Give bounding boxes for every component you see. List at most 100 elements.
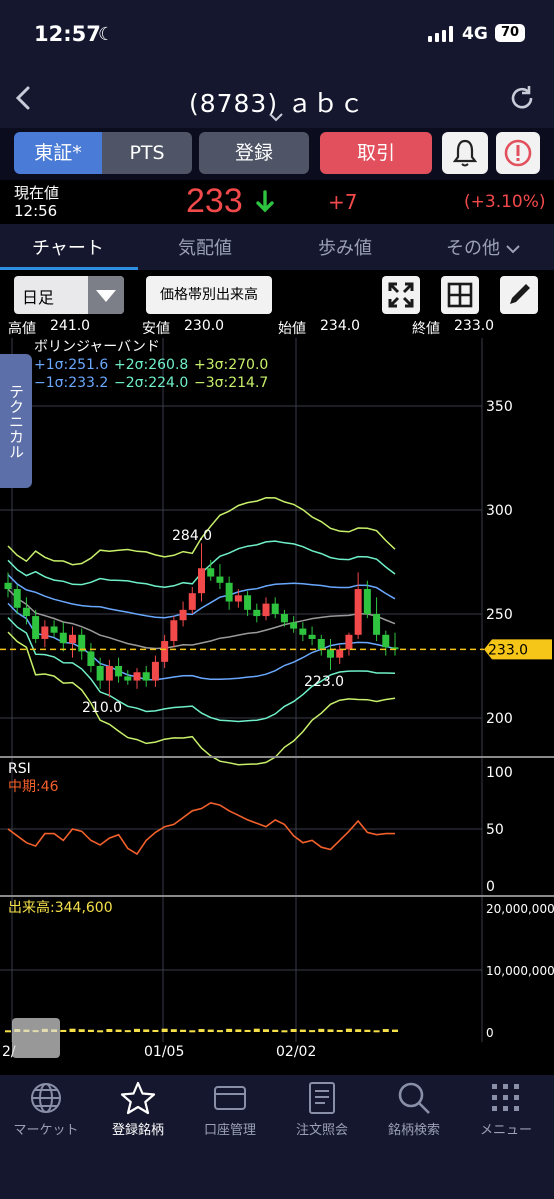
volume-bar [180,1029,187,1032]
nav-market-label: マーケット [13,1123,79,1138]
current-price: 233 [186,182,243,220]
nav-account[interactable]: 口座管理 [184,1081,276,1138]
chevron-down-icon[interactable] [269,112,283,122]
volume-bar [309,1030,316,1033]
nav-orders-label: 注文照会 [295,1123,348,1138]
price-change-percent: (+3.10%) [464,192,546,212]
star-icon [120,1081,156,1115]
grid-menu-icon [492,1084,519,1111]
draw-button[interactable] [500,276,538,314]
alert-bell-button[interactable] [442,132,488,174]
volume-bar [216,1030,223,1033]
candle-body [317,638,325,650]
layout-button[interactable] [441,276,479,314]
nav-watchlist[interactable]: 登録銘柄 [92,1081,184,1138]
volume-bar [170,1029,177,1032]
volume-bar [207,1029,214,1032]
tab-order-book[interactable]: 気配値 [178,234,232,260]
volume-bar [263,1029,269,1032]
rsi-axis-label: 50 [486,822,504,838]
pts-market-button[interactable]: PTS [102,132,192,174]
nav-menu-label: メニュー [479,1123,532,1138]
volume-axis-label: 10,000,000 [486,964,554,978]
globe-icon [31,1083,61,1113]
candle-body [115,666,123,677]
candle-body [22,607,30,617]
candle-body [363,589,371,614]
chart-canvas[interactable]: 350 300 250 200 233.0 284.0 210.0 223.0 RSI 中期:46… [0,338,554,1075]
volume-profile-button[interactable]: 価格帯別出来高 [146,276,272,314]
tse-market-button[interactable]: 東証* [14,132,102,174]
close-label: 終値 [412,321,440,337]
register-button[interactable]: 登録 [199,132,309,174]
candle-body [225,582,233,602]
volume-bar [290,1029,297,1032]
candle-body [50,626,58,633]
candle-body [271,603,279,614]
low-label: 安値 [142,321,170,337]
period-select[interactable]: 日足 [14,276,124,314]
volume-bar [5,1030,11,1033]
tab-chart[interactable]: チャート [32,234,104,260]
volume-bar [345,1028,352,1032]
candle-body [354,589,362,635]
tab-more[interactable]: その他 [446,234,520,260]
moon-icon: ☾ [98,24,115,45]
expand-button[interactable] [382,276,420,314]
nav-orders[interactable]: 注文照会 [276,1081,368,1138]
technical-panel-tab[interactable]: テクニカル [0,354,32,488]
volume-bar [106,1029,113,1032]
volume-bar [336,1029,343,1032]
volume-bar [134,1028,140,1032]
price-axis-label: 250 [486,607,513,623]
rsi-axis-label: 100 [486,765,513,781]
low-marker-label: 210.0 [82,700,122,716]
period-dropdown-button[interactable] [88,276,124,314]
info-button[interactable] [496,132,540,174]
candle-body [373,614,381,635]
document-icon [309,1082,335,1114]
candle-body [336,649,344,658]
trade-button[interactable]: 取引 [320,132,432,174]
candle-body [105,666,113,681]
volume-bar [124,1030,131,1033]
legend-plus1: +1σ:251.6 [34,357,109,373]
nav-search[interactable]: 銘柄検索 [368,1081,460,1138]
candle-body [32,616,40,639]
volume-bar [235,1029,242,1032]
volume-bar [189,1030,196,1033]
nav-market[interactable]: マーケット [0,1081,92,1138]
volume-bar [226,1028,233,1032]
tab-bar: チャート 気配値 歩み値 その他 [0,224,554,270]
legend-minus2: −2σ:224.0 [114,375,189,391]
refresh-icon[interactable] [508,84,536,112]
volume-bar [115,1029,122,1032]
candle-body [87,651,95,666]
volume-bar [69,1028,76,1032]
chart-area[interactable]: 350 300 250 200 233.0 284.0 210.0 223.0 RSI 中期:46… [0,338,554,1075]
candle-body [244,595,252,610]
open-value: 234.0 [320,318,361,334]
low-marker-label: 223.0 [304,674,344,690]
volume-bar [318,1028,325,1032]
candle-body [179,609,187,621]
current-price-tag-label: 233.0 [488,642,528,658]
nav-menu[interactable]: メニュー [460,1081,552,1138]
header-bar: (8783) ａｂｃ [0,68,554,128]
volume-bar [272,1029,279,1032]
price-axis-label: 300 [486,503,513,519]
x-axis-label: 02/02 [276,1044,316,1060]
tab-more-label: その他 [446,238,500,259]
candle-body [151,661,159,681]
chevron-down-icon [506,245,520,254]
candle-body [262,603,270,617]
ohlc-row: 高値 241.0 安値 230.0 始値 234.0 終値 233.0 [0,318,554,338]
open-label: 始値 [278,321,306,337]
volume-bar [253,1028,260,1032]
tab-time-and-sales[interactable]: 歩み値 [318,234,372,260]
candle-body [327,649,334,658]
period-label: 日足 [22,288,55,307]
volume-bar [78,1029,85,1032]
legend-minus1: −1σ:233.2 [34,375,109,391]
grid-layout-icon [447,282,473,308]
